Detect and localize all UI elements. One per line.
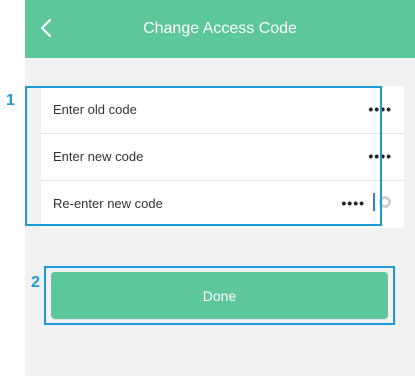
annotation-box-1	[25, 86, 382, 226]
annotation-number-1: 1	[6, 92, 15, 109]
annotation-number-2: 2	[31, 274, 40, 291]
annotation-box-2	[44, 266, 395, 325]
page-title: Change Access Code	[143, 20, 297, 37]
chevron-left-icon[interactable]	[35, 16, 59, 40]
header-bar: Change Access Code	[25, 0, 415, 58]
